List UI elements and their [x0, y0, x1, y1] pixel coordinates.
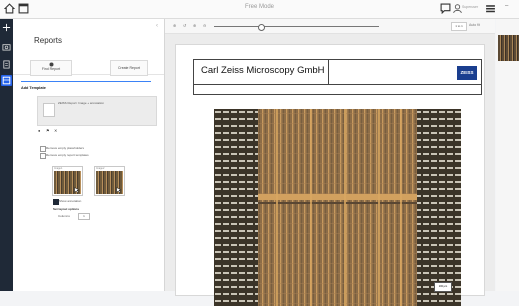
flag-icon[interactable]: ⚑	[46, 128, 50, 133]
microscopy-image[interactable]: 100 µm	[214, 109, 461, 306]
document-icon[interactable]	[2, 60, 11, 69]
auto-fit-toggle[interactable]: Auto fit	[469, 23, 480, 27]
zoom-in-icon[interactable]: ⊕	[193, 23, 196, 28]
panel-title: Reports	[34, 36, 63, 45]
show-annotation-checkbox[interactable]: Show annotation	[53, 199, 93, 205]
thumbnail-label: Image2	[96, 167, 105, 170]
title-bar: Free Mode Superuser –	[0, 0, 519, 19]
template-name: ZEISS Report: Image + annotation	[58, 101, 104, 105]
chip-micrograph	[214, 109, 461, 306]
viewer-toolbar: ⊕ ↺ ⊕ ⊖ 1 to 1 Auto fit	[165, 19, 495, 34]
create-report-button[interactable]: Create Report	[110, 60, 148, 76]
zoom-value-field[interactable]: 1 to 1	[451, 22, 467, 31]
user-name: Superuser	[462, 5, 479, 9]
header-rule	[194, 84, 481, 85]
find-report-label: Find Report	[41, 67, 61, 71]
delete-icon[interactable]: ✕	[54, 128, 57, 133]
minimize-icon[interactable]: –	[505, 3, 508, 9]
cursor-icon	[74, 187, 80, 193]
remove-empty-templates-checkbox[interactable]: Remove empty report templates	[40, 153, 89, 159]
fit-view-icon[interactable]: ⊕	[173, 23, 176, 28]
template-thumbnail	[43, 103, 55, 117]
logo-text: ZEISS	[460, 70, 474, 75]
checkbox-box[interactable]	[53, 199, 59, 205]
report-header: Carl Zeiss Microscopy GmbH ZEISS	[193, 59, 482, 95]
image-thumbnail-2[interactable]: Image2	[94, 166, 125, 196]
plus-icon[interactable]	[2, 23, 11, 32]
columns-label: Columns	[58, 214, 70, 218]
zoom-out-icon[interactable]: ⊖	[203, 23, 206, 28]
rotate-icon[interactable]: ↺	[183, 23, 186, 28]
menu-icon[interactable]	[485, 3, 496, 14]
header-divider	[328, 60, 329, 84]
columns-stepper[interactable]: 1	[78, 213, 90, 220]
checkbox-label: Remove empty placeholders	[46, 146, 85, 150]
tab-indicator	[21, 81, 151, 82]
checkbox-label: Remove empty report templates	[46, 153, 89, 157]
camera-icon[interactable]	[2, 42, 11, 51]
thumbnail-label: Image1	[54, 167, 63, 170]
right-panel-strip	[496, 19, 519, 291]
image-thumbnail-1[interactable]: Image1	[52, 166, 83, 196]
pin-icon[interactable]: ●	[38, 128, 40, 133]
checkbox-box[interactable]	[40, 146, 46, 152]
cursor-icon	[116, 187, 122, 193]
zoom-slider-track[interactable]	[214, 26, 379, 27]
template-card[interactable]: ZEISS Report: Image + annotation	[37, 96, 157, 126]
zeiss-logo: ZEISS	[457, 66, 477, 80]
report-buttons: Find Report Create Report	[30, 60, 150, 76]
checkbox-box[interactable]	[40, 153, 46, 159]
find-report-button[interactable]: Find Report	[30, 60, 72, 76]
preview-thumbnail[interactable]	[498, 35, 519, 61]
zoom-slider-handle[interactable]	[258, 23, 265, 31]
report-page: Carl Zeiss Microscopy GmbH ZEISS 100 µm	[175, 44, 485, 306]
remove-placeholders-checkbox[interactable]: Remove empty placeholders	[40, 146, 84, 152]
create-report-label: Create Report	[118, 66, 140, 70]
left-rail	[0, 19, 13, 291]
layout-options-heading: Set layout options	[53, 207, 80, 211]
chat-icon[interactable]	[440, 3, 451, 14]
company-name: Carl Zeiss Microscopy GmbH	[201, 65, 325, 76]
add-template-heading: Add Template	[21, 86, 46, 90]
report-canvas: Carl Zeiss Microscopy GmbH ZEISS 100 µm	[165, 34, 495, 306]
collapse-panel-icon[interactable]: ‹	[156, 23, 158, 29]
checkbox-label: Show annotation	[59, 199, 82, 203]
report-icon[interactable]	[1, 75, 12, 86]
